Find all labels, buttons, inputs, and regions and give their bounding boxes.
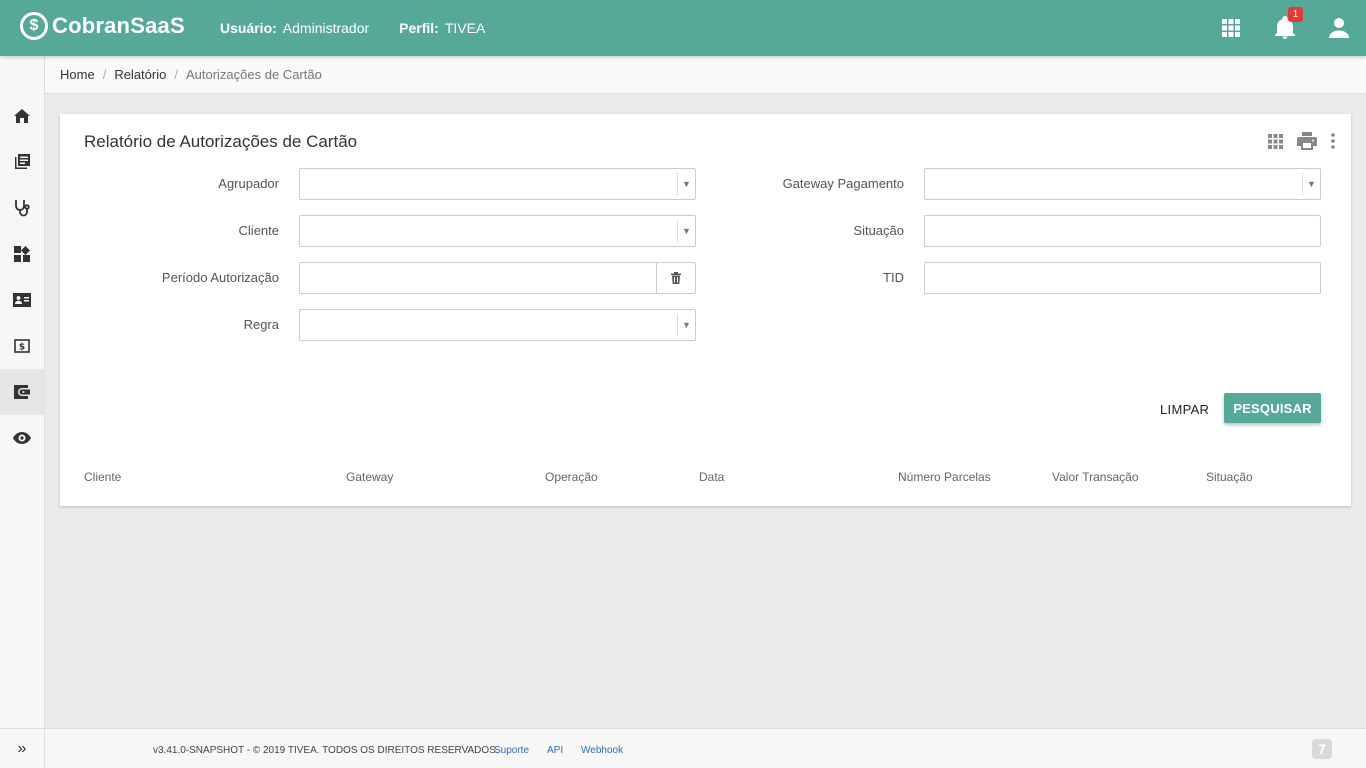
report-card: Relatório de Autorizações de Cartão Agru… xyxy=(60,114,1351,506)
tid-label: TID xyxy=(883,270,904,285)
more-options-button[interactable] xyxy=(1331,130,1335,152)
user-info: Usuário: Administrador Perfil: TIVEA xyxy=(220,20,485,36)
wallet-icon xyxy=(14,385,30,399)
trash-icon xyxy=(671,272,681,284)
columns-button[interactable] xyxy=(1268,130,1283,152)
profile-value: TIVEA xyxy=(444,20,486,36)
svg-text:$: $ xyxy=(19,343,25,353)
dropdown-arrow-icon: ▼ xyxy=(1302,173,1320,195)
sidebar-item-library[interactable] xyxy=(0,139,44,185)
user-info-user: Usuário: Administrador xyxy=(220,20,369,36)
column-header-gateway[interactable]: Gateway xyxy=(346,470,393,484)
home-icon xyxy=(14,109,30,123)
regra-select[interactable]: ▼ xyxy=(299,309,696,341)
library-books-icon xyxy=(15,154,30,169)
column-header-operacao[interactable]: Operação xyxy=(545,470,598,484)
footer-logo: 7 xyxy=(1312,739,1332,759)
sidebar-item-home[interactable] xyxy=(0,93,44,139)
column-header-valor-transacao[interactable]: Valor Transação xyxy=(1052,470,1139,484)
profile-label: Perfil: xyxy=(399,20,439,36)
contact-card-icon xyxy=(13,293,31,307)
sidebar: $ » xyxy=(0,56,45,768)
situacao-label: Situação xyxy=(853,223,904,238)
logo-coin-icon: $ xyxy=(20,12,48,40)
more-vert-icon xyxy=(1331,133,1335,149)
regra-label: Regra xyxy=(243,317,279,332)
print-icon xyxy=(1297,132,1317,150)
account-icon xyxy=(1329,18,1349,38)
column-header-situacao[interactable]: Situação xyxy=(1206,470,1253,484)
tid-input[interactable] xyxy=(924,262,1321,294)
sidebar-item-monitor[interactable] xyxy=(0,415,44,461)
agrupador-label: Agrupador xyxy=(218,176,279,191)
clear-date-button[interactable] xyxy=(656,263,695,293)
sidebar-expand-button[interactable]: » xyxy=(0,728,44,768)
sidebar-item-wallet[interactable] xyxy=(0,369,44,415)
account-button[interactable] xyxy=(1312,0,1366,56)
footer-link-suporte[interactable]: Suporte xyxy=(494,745,529,756)
dashboard-add-icon xyxy=(14,246,30,262)
dropdown-arrow-icon: ▼ xyxy=(677,314,695,336)
periodo-autorizacao-input[interactable] xyxy=(299,262,696,294)
breadcrumb-report[interactable]: Relatório xyxy=(114,67,166,82)
notifications-button[interactable]: 1 xyxy=(1258,0,1312,56)
breadcrumb-separator: / xyxy=(102,67,107,82)
apps-grid-button[interactable] xyxy=(1204,0,1258,56)
dropdown-arrow-icon: ▼ xyxy=(677,173,695,195)
user-value: Administrador xyxy=(282,20,370,36)
page-title: Relatório de Autorizações de Cartão xyxy=(84,132,358,151)
top-icons: 1 xyxy=(1204,0,1366,56)
app-logo[interactable]: $ CobranSaaS xyxy=(20,12,185,40)
card-toolbar xyxy=(1268,130,1335,152)
cliente-label: Cliente xyxy=(238,223,279,238)
sidebar-item-contacts[interactable] xyxy=(0,277,44,323)
search-button[interactable]: PESQUISAR xyxy=(1224,393,1321,423)
footer-link-api[interactable]: API xyxy=(547,745,563,756)
user-label: Usuário: xyxy=(220,20,277,36)
user-info-profile: Perfil: TIVEA xyxy=(399,20,485,36)
column-header-cliente[interactable]: Cliente xyxy=(84,470,121,484)
notification-badge: 1 xyxy=(1288,7,1303,22)
periodo-autorizacao-label: Período Autorização xyxy=(161,270,279,285)
sidebar-item-health[interactable] xyxy=(0,185,44,231)
gateway-pagamento-select[interactable]: ▼ xyxy=(924,168,1321,200)
situacao-input[interactable] xyxy=(924,215,1321,247)
footer-link-webhook[interactable]: Webhook xyxy=(581,745,623,756)
breadcrumb-home[interactable]: Home xyxy=(60,67,95,82)
apps-grid-icon xyxy=(1222,19,1240,37)
dropdown-arrow-icon: ▼ xyxy=(677,220,695,242)
gateway-pagamento-label: Gateway Pagamento xyxy=(782,176,904,191)
money-bill-icon: $ xyxy=(14,339,30,353)
breadcrumb: Home / Relatório / Autorizações de Cartã… xyxy=(45,56,1366,94)
top-app-bar: $ CobranSaaS Usuário: Administrador Perfi… xyxy=(0,0,1366,56)
eye-icon xyxy=(13,432,31,444)
grid-icon xyxy=(1268,133,1283,149)
print-button[interactable] xyxy=(1297,130,1317,152)
column-header-numero-parcelas[interactable]: Número Parcelas xyxy=(898,470,991,484)
stethoscope-icon xyxy=(15,200,30,217)
logo-text: CobranSaaS xyxy=(52,13,185,38)
footer: v3.41.0-SNAPSHOT - © 2019 TIVEA. TODOS O… xyxy=(45,728,1366,768)
sidebar-item-billing[interactable]: $ xyxy=(0,323,44,369)
sidebar-item-dashboard[interactable] xyxy=(0,231,44,277)
cliente-select[interactable]: ▼ xyxy=(299,215,696,247)
column-header-data[interactable]: Data xyxy=(699,470,724,484)
double-chevron-right-icon: » xyxy=(17,739,27,757)
copyright-text: v3.41.0-SNAPSHOT - © 2019 TIVEA. TODOS O… xyxy=(153,745,499,756)
agrupador-select[interactable]: ▼ xyxy=(299,168,696,200)
clear-button[interactable]: LIMPAR xyxy=(1152,394,1217,424)
breadcrumb-current: Autorizações de Cartão xyxy=(185,67,322,82)
breadcrumb-separator: / xyxy=(174,67,178,82)
